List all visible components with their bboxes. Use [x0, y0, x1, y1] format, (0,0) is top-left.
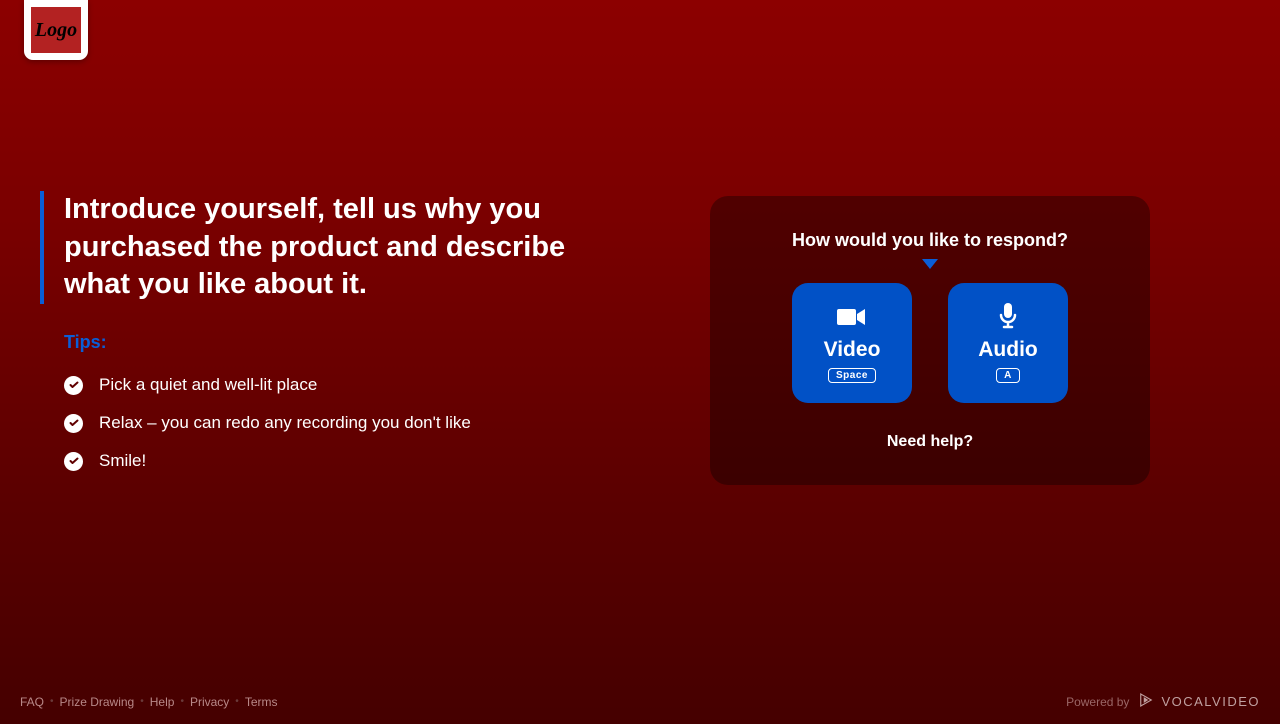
audio-button[interactable]: Audio A: [948, 283, 1068, 403]
logo-container: Logo: [24, 0, 88, 60]
response-buttons: Video Space Audio A: [740, 283, 1120, 403]
check-circle-icon: [64, 376, 83, 395]
audio-button-label: Audio: [978, 338, 1037, 362]
tips-item: Smile!: [64, 451, 600, 471]
respond-title: How would you like to respond?: [740, 230, 1120, 251]
footer-link-terms[interactable]: Terms: [245, 695, 278, 709]
tips-item: Relax – you can redo any recording you d…: [64, 413, 600, 433]
vocalvideo-logo-link[interactable]: VOCALVIDEO: [1137, 691, 1260, 712]
footer-link-faq[interactable]: FAQ: [20, 695, 44, 709]
tips-item-text: Relax – you can redo any recording you d…: [99, 413, 471, 433]
instructions-panel: Introduce yourself, tell us why you purc…: [40, 191, 600, 489]
audio-key-hint: A: [996, 368, 1020, 383]
footer-link-help[interactable]: Help: [150, 695, 175, 709]
powered-by-label: Powered by: [1066, 695, 1129, 709]
separator: •: [50, 696, 54, 707]
brand-logo: Logo: [31, 7, 81, 53]
main-content: Introduce yourself, tell us why you purc…: [0, 0, 1280, 680]
tips-item: Pick a quiet and well-lit place: [64, 375, 600, 395]
footer-link-prize[interactable]: Prize Drawing: [60, 695, 135, 709]
check-circle-icon: [64, 452, 83, 471]
chevron-down-icon: [922, 259, 938, 269]
tips-label: Tips:: [40, 332, 600, 353]
footer: FAQ • Prize Drawing • Help • Privacy • T…: [0, 679, 1280, 724]
video-button[interactable]: Video Space: [792, 283, 912, 403]
play-icon: [1137, 691, 1155, 712]
video-key-hint: Space: [828, 368, 876, 383]
check-circle-icon: [64, 414, 83, 433]
response-card: How would you like to respond? Video Spa…: [710, 196, 1150, 485]
microphone-icon: [998, 302, 1018, 332]
footer-powered: Powered by VOCALVIDEO: [1066, 691, 1260, 712]
tips-item-text: Smile!: [99, 451, 146, 471]
tips-item-text: Pick a quiet and well-lit place: [99, 375, 317, 395]
need-help-link[interactable]: Need help?: [887, 433, 973, 451]
video-button-label: Video: [824, 338, 881, 362]
footer-nav: FAQ • Prize Drawing • Help • Privacy • T…: [20, 695, 277, 709]
footer-link-privacy[interactable]: Privacy: [190, 695, 229, 709]
separator: •: [235, 696, 239, 707]
tips-list: Pick a quiet and well-lit place Relax – …: [40, 375, 600, 471]
prompt-block: Introduce yourself, tell us why you purc…: [40, 191, 600, 304]
video-camera-icon: [837, 302, 867, 332]
vocalvideo-brand-text: VOCALVIDEO: [1161, 694, 1260, 709]
prompt-heading: Introduce yourself, tell us why you purc…: [64, 191, 600, 304]
separator: •: [180, 696, 184, 707]
separator: •: [140, 696, 144, 707]
